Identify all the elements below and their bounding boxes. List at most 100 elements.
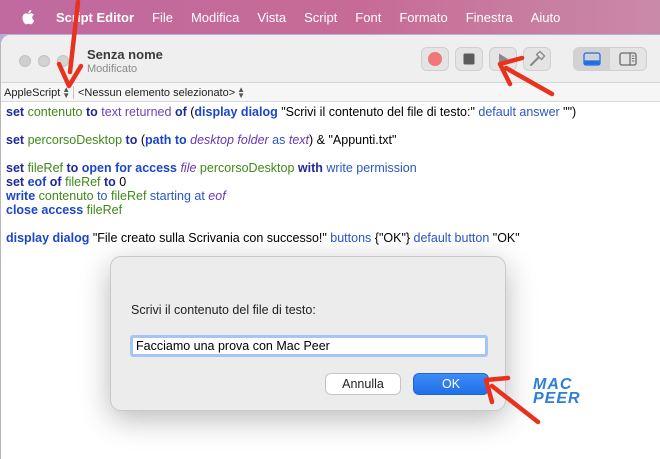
menu-finestra[interactable]: Finestra — [466, 10, 513, 25]
code-token-param: default button — [413, 231, 490, 245]
code-token-cmd: path to — [145, 133, 187, 147]
document-status: Modificato — [87, 63, 138, 75]
code-token-cmd: write — [6, 189, 36, 203]
code-token-var: percorsoDesktop — [27, 133, 123, 147]
code-token-kw: set — [6, 105, 25, 119]
stop-icon — [463, 53, 475, 65]
code-token-var: percorsoDesktop — [199, 161, 295, 175]
menu-aiuto[interactable]: Aiuto — [531, 10, 561, 25]
code-token-var: contenuto — [27, 105, 83, 119]
code-token-kw: of — [174, 105, 187, 119]
element-selector[interactable]: <Nessun elemento selezionato> ▲ ▼ — [78, 85, 245, 100]
code-line: close access fileRef — [6, 203, 656, 217]
stop-button[interactable] — [455, 47, 483, 71]
code-line: set contenuto to text returned of (displ… — [6, 105, 656, 119]
hammer-icon — [529, 50, 546, 67]
navigation-bar: AppleScript ▲ ▼ <Nessun elemento selezion… — [1, 83, 660, 102]
code-token-var: contenuto — [38, 189, 94, 203]
language-label: AppleScript — [4, 86, 61, 99]
code-line: display dialog "File creato sulla Scriva… — [6, 231, 656, 245]
menu-app-name[interactable]: Script Editor — [56, 10, 134, 25]
display-dialog: Scrivi il contenuto del file di testo: A… — [110, 256, 506, 411]
code-token-cmd: close access — [6, 203, 84, 217]
title-bar: Senza nome Modificato — [1, 35, 660, 83]
menu-bar: Script Editor File Modifica Vista Script… — [0, 0, 660, 34]
code-token-cls: file — [180, 161, 197, 175]
code-token-txt: "File creato sulla Scrivania con success… — [89, 231, 331, 245]
run-button[interactable] — [489, 47, 517, 71]
window-zoom-button[interactable] — [57, 55, 69, 67]
code-token-cls: text — [288, 133, 310, 147]
code-token-cmd: display dialog — [194, 105, 278, 119]
code-line: write contenuto to fileRef starting at e… — [6, 189, 656, 203]
code-token-txt: ) & "Appunti.txt" — [309, 133, 397, 147]
code-token-txt: "") — [559, 105, 577, 119]
code-token-kw: to — [104, 175, 116, 189]
window-minimize-button[interactable] — [38, 55, 50, 67]
code-token-kw: to — [125, 133, 138, 147]
side-pane-icon — [619, 52, 637, 66]
code-token-kw: to — [66, 161, 79, 175]
code-token-cmd: eof — [27, 175, 47, 189]
code-token-param: write permission — [326, 161, 417, 175]
bottom-pane-view-button[interactable] — [574, 48, 610, 70]
code-token-txt: 0 — [115, 175, 127, 189]
logo-line-2: PEER — [533, 390, 581, 407]
dialog-prompt: Scrivi il contenuto del file di testo: — [131, 303, 316, 317]
menu-file[interactable]: File — [152, 10, 173, 25]
menu-formato[interactable]: Formato — [399, 10, 447, 25]
record-icon — [428, 52, 442, 66]
code-token-prop: text returned — [101, 105, 172, 119]
menu-script[interactable]: Script — [304, 10, 337, 25]
chevron-up-down-icon: ▲ ▼ — [237, 84, 246, 100]
code-token-kw: set — [6, 161, 25, 175]
menu-vista[interactable]: Vista — [257, 10, 286, 25]
code-token-txt: "Scrivi il contenuto del file di testo:" — [277, 105, 479, 119]
script-editor-text-area[interactable]: set contenuto to text returned of ( displ… — [6, 105, 656, 245]
view-mode-segmented-control — [573, 47, 647, 71]
code-token-param: default answer — [478, 105, 560, 119]
code-line: set percorsoDesktop to (path to desktop … — [6, 133, 656, 147]
menu-modifica[interactable]: Modifica — [191, 10, 239, 25]
code-token-kw: of — [49, 175, 62, 189]
element-label: <Nessun elemento selezionato> — [78, 86, 236, 99]
language-selector[interactable]: AppleScript ▲ ▼ — [4, 85, 70, 100]
code-token-param: to — [97, 189, 108, 203]
code-token-var: fileRef — [65, 175, 101, 189]
apple-logo-icon[interactable] — [20, 8, 38, 26]
ok-button[interactable]: OK — [413, 373, 489, 395]
code-token-kw: with — [297, 161, 323, 175]
bottom-pane-icon — [583, 52, 601, 66]
document-title: Senza nome — [87, 47, 163, 62]
code-token-kw: set — [6, 133, 25, 147]
code-token-cmd: display dialog — [6, 231, 90, 245]
dialog-text-input[interactable] — [130, 335, 488, 357]
code-line: set fileRef to open for access file perc… — [6, 161, 656, 175]
code-line: set eof of fileRef to 0 — [6, 175, 656, 189]
code-token-param: as — [272, 133, 286, 147]
code-token-cls: eof — [208, 189, 226, 203]
navbar-divider — [73, 86, 74, 99]
mac-peer-logo: MAC PEER — [533, 377, 581, 407]
code-token-kw: to — [85, 105, 98, 119]
cancel-button[interactable]: Annulla — [325, 373, 401, 395]
menu-font[interactable]: Font — [355, 10, 381, 25]
code-token-param: starting at — [149, 189, 205, 203]
code-token-param: buttons — [330, 231, 372, 245]
play-icon — [499, 53, 508, 65]
code-token-txt: "OK" — [489, 231, 520, 245]
record-button[interactable] — [421, 47, 449, 71]
code-token-var: fileRef — [27, 161, 63, 175]
chevron-up-down-icon: ▲ ▼ — [62, 84, 71, 100]
window-close-button[interactable] — [19, 55, 31, 67]
side-pane-view-button[interactable] — [610, 48, 646, 70]
code-token-var: fileRef — [111, 189, 147, 203]
code-token-txt: ( — [137, 133, 145, 147]
code-token-cls: desktop folder — [190, 133, 269, 147]
code-token-var: fileRef — [86, 203, 123, 217]
compile-button[interactable] — [523, 47, 551, 71]
code-token-cmd: open for access — [81, 161, 177, 175]
